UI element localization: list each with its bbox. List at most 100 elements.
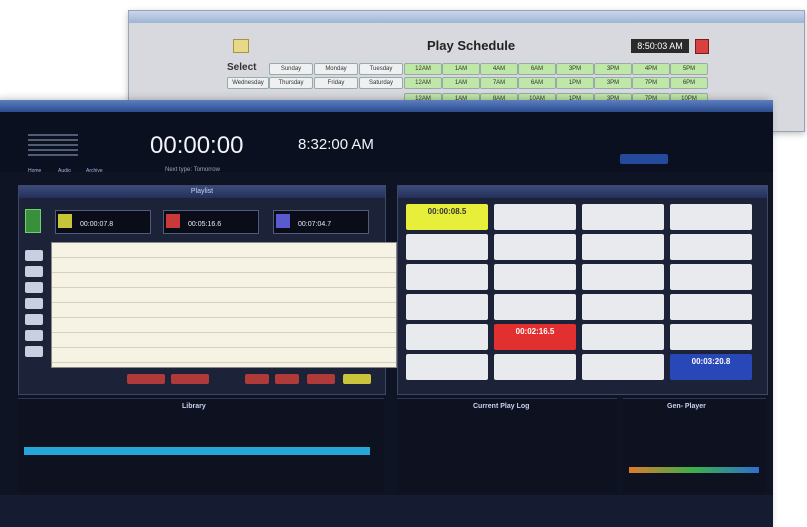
cart-button[interactable] (406, 234, 488, 260)
player-1[interactable]: 00:00:07.8 (55, 210, 151, 234)
player-time: 00:05:16.6 (188, 221, 222, 228)
cart-button[interactable] (406, 324, 488, 350)
table-row[interactable] (52, 288, 396, 303)
player-color-icon (276, 214, 290, 228)
playlist-side-icon[interactable] (25, 330, 43, 341)
library-row[interactable] (24, 427, 370, 435)
playlist-button[interactable] (307, 374, 335, 384)
playlog-row[interactable] (403, 427, 603, 435)
player-color-icon (166, 214, 180, 228)
hour-cell[interactable]: 3PM (594, 63, 632, 75)
cart-button[interactable] (406, 264, 488, 290)
cartwall-title (398, 186, 767, 198)
day-cell[interactable]: Thursday (269, 77, 313, 89)
hour-cell[interactable]: 1PM (556, 77, 594, 89)
table-row[interactable] (52, 333, 396, 348)
cart-button[interactable] (582, 324, 664, 350)
player-2[interactable]: 00:05:16.6 (163, 210, 259, 234)
playlist-button[interactable] (171, 374, 209, 384)
library-row[interactable] (24, 457, 370, 465)
hour-cell[interactable]: 5PM (670, 63, 708, 75)
meter-icon (28, 134, 78, 156)
close-icon[interactable] (695, 39, 709, 54)
cart-button[interactable] (406, 354, 488, 380)
playlist-side-icon[interactable] (25, 346, 43, 357)
playlist-table (51, 242, 397, 368)
cart-button[interactable] (406, 294, 488, 320)
cart-button[interactable] (494, 234, 576, 260)
cart-button[interactable] (670, 264, 752, 290)
play-button[interactable] (25, 209, 41, 233)
playlog-panel: Current Play Log (397, 398, 617, 493)
cart-button[interactable]: 00:02:16.5 (494, 324, 576, 350)
hour-cell[interactable]: 6AM (518, 63, 556, 75)
cart-button[interactable] (670, 324, 752, 350)
cart-button[interactable] (670, 204, 752, 230)
hour-cell[interactable]: 7PM (632, 77, 670, 89)
hour-cell[interactable]: 1AM (442, 63, 480, 75)
day-cell[interactable]: Monday (314, 63, 358, 75)
library-panel: Library (18, 398, 384, 493)
hour-cell[interactable]: 7AM (480, 77, 518, 89)
playlist-button[interactable] (245, 374, 269, 384)
day-cell[interactable]: Friday (314, 77, 358, 89)
hour-cell[interactable]: 12AM (404, 63, 442, 75)
table-row[interactable] (52, 303, 396, 318)
table-row[interactable] (52, 243, 396, 258)
hour-cell[interactable]: 1AM (442, 77, 480, 89)
schedule-clock: 8:50:03 AM (631, 39, 689, 53)
day-cell[interactable]: Sunday (269, 63, 313, 75)
hour-cell[interactable]: 3PM (594, 77, 632, 89)
hour-cell[interactable]: 6PM (670, 77, 708, 89)
player-level-meter (629, 467, 759, 473)
playlist-side-icon[interactable] (25, 266, 43, 277)
clock: 8:32:00 AM (298, 136, 374, 153)
cart-button[interactable] (670, 294, 752, 320)
cart-button[interactable] (494, 294, 576, 320)
hour-cell[interactable]: 12AM (404, 77, 442, 89)
playlog-row[interactable] (403, 437, 603, 445)
hour-cell[interactable]: 4AM (480, 63, 518, 75)
table-row[interactable] (52, 258, 396, 273)
playlog-row[interactable] (403, 417, 603, 425)
playlist-side-icon[interactable] (25, 314, 43, 325)
cart-button[interactable] (670, 234, 752, 260)
playlist-side-icon[interactable] (25, 250, 43, 261)
cart-button[interactable] (494, 264, 576, 290)
cart-button[interactable] (582, 204, 664, 230)
playlog-title: Current Play Log (473, 403, 530, 410)
hour-cell[interactable]: 4PM (632, 63, 670, 75)
playlist-button[interactable] (343, 374, 371, 384)
day-label[interactable]: Wednesday (227, 77, 269, 89)
library-row[interactable] (24, 417, 370, 425)
playlist-side-icon[interactable] (25, 282, 43, 293)
tab-audio[interactable]: Audio (58, 168, 71, 175)
table-row[interactable] (52, 273, 396, 288)
cart-button[interactable] (582, 294, 664, 320)
play-schedule-title: Play Schedule (427, 38, 516, 53)
cart-button[interactable]: 00:00:08.5 (406, 204, 488, 230)
cart-button[interactable] (494, 204, 576, 230)
cart-button[interactable] (582, 354, 664, 380)
day-cell[interactable]: Saturday (359, 77, 403, 89)
playlist-side-icon[interactable] (25, 298, 43, 309)
library-row[interactable] (24, 467, 370, 475)
library-row-selected[interactable] (24, 447, 370, 455)
playlist-button[interactable] (275, 374, 299, 384)
player-time: 00:07:04.7 (298, 221, 332, 228)
tab-home[interactable]: Home (28, 168, 41, 175)
cart-button[interactable]: 00:03:20.8 (670, 354, 752, 380)
table-row[interactable] (52, 348, 396, 363)
cart-button[interactable] (494, 354, 576, 380)
hour-cell[interactable]: 3PM (556, 63, 594, 75)
player-3[interactable]: 00:07:04.7 (273, 210, 369, 234)
cart-button[interactable] (582, 234, 664, 260)
table-row[interactable] (52, 318, 396, 333)
playlist-button[interactable] (127, 374, 165, 384)
hour-cell[interactable]: 6AM (518, 77, 556, 89)
day-cell[interactable]: Tuesday (359, 63, 403, 75)
folder-icon[interactable] (233, 39, 249, 53)
tab-archive[interactable]: Archive (86, 168, 103, 175)
header-button[interactable] (620, 154, 668, 164)
cart-button[interactable] (582, 264, 664, 290)
